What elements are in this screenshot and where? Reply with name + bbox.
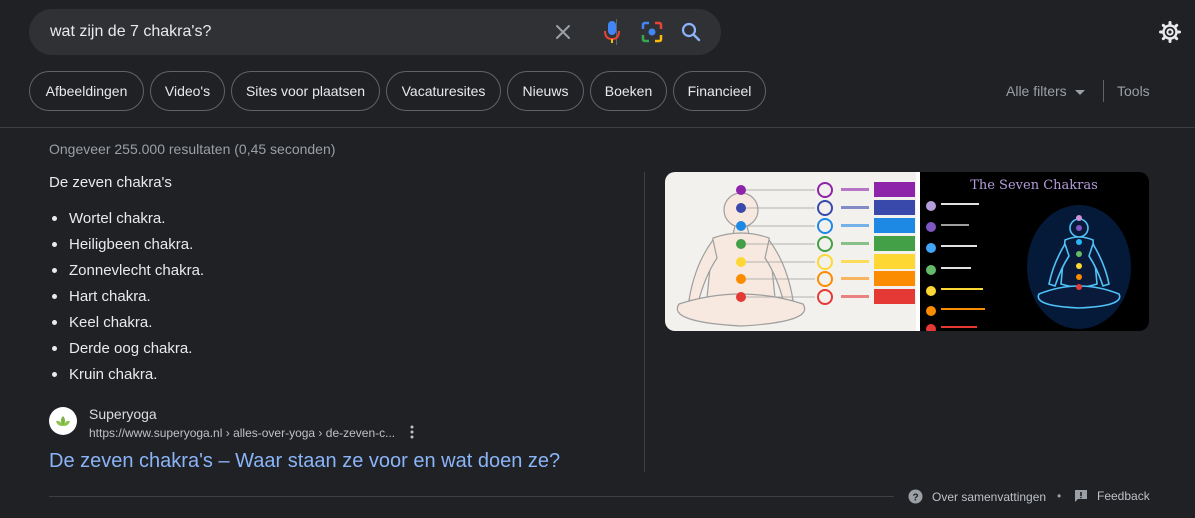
chip-boeken[interactable]: Boeken bbox=[590, 71, 667, 111]
bullet bbox=[52, 293, 57, 299]
microphone-icon[interactable] bbox=[600, 20, 624, 44]
footer-divider bbox=[49, 496, 894, 497]
caret-down-icon bbox=[1074, 83, 1085, 99]
snippet-title: De zeven chakra's bbox=[49, 174, 172, 191]
chip-sites-voor-plaatsen[interactable]: Sites voor plaatsen bbox=[231, 71, 380, 111]
feedback-icon bbox=[1074, 489, 1088, 503]
snippet-column-divider bbox=[644, 172, 645, 472]
bullet bbox=[52, 319, 57, 325]
chip-financieel[interactable]: Financieel bbox=[673, 71, 766, 111]
result-stats: Ongeveer 255.000 resultaten (0,45 second… bbox=[49, 141, 336, 157]
list-item-text: Hart chakra. bbox=[69, 287, 151, 305]
seven-chakras-illustration[interactable]: The Seven Chakras bbox=[920, 172, 1149, 331]
chip-nieuws[interactable]: Nieuws bbox=[507, 71, 584, 111]
filters-divider bbox=[1103, 80, 1104, 102]
source-url: https://www.superyoga.nl › alles-over-yo… bbox=[89, 426, 396, 440]
chakra-meditation-illustration[interactable] bbox=[665, 172, 916, 331]
help-icon: ? bbox=[908, 489, 923, 504]
list-item: Wortel chakra. bbox=[49, 205, 204, 231]
superyoga-favicon[interactable] bbox=[49, 407, 77, 435]
all-filters-button[interactable]: Alle filters bbox=[1006, 83, 1085, 99]
chip-videos[interactable]: Video's bbox=[150, 71, 225, 111]
list-item: Keel chakra. bbox=[49, 309, 204, 335]
feedback-link[interactable]: Feedback bbox=[1074, 489, 1150, 503]
list-item-text: Zonnevlecht chakra. bbox=[69, 261, 205, 279]
bullet bbox=[52, 371, 57, 377]
list-item: Heiligbeen chakra. bbox=[49, 231, 204, 257]
feedback-label: Feedback bbox=[1097, 489, 1150, 503]
header-divider bbox=[0, 127, 1195, 128]
result-title-link[interactable]: De zeven chakra's – Waar staan ze voor e… bbox=[49, 450, 560, 473]
search-input[interactable]: wat zijn de 7 chakra's? bbox=[50, 23, 211, 41]
clear-icon[interactable] bbox=[551, 20, 575, 44]
list-item-text: Kruin chakra. bbox=[69, 365, 158, 383]
bullet bbox=[52, 345, 57, 351]
snippet-images[interactable]: The Seven Chakras bbox=[665, 172, 1149, 331]
about-snippets-label: Over samenvattingen bbox=[932, 489, 1047, 504]
bullet bbox=[52, 267, 57, 273]
search-box[interactable]: wat zijn de 7 chakra's? bbox=[29, 9, 721, 55]
list-item-text: Heiligbeen chakra. bbox=[69, 235, 194, 253]
tools-button[interactable]: Tools bbox=[1117, 83, 1150, 99]
chip-vacaturesites[interactable]: Vacaturesites bbox=[386, 71, 501, 111]
about-snippets-link[interactable]: ? Over samenvattingen bbox=[908, 489, 1046, 504]
more-options-icon[interactable] bbox=[404, 424, 420, 440]
list-item-text: Wortel chakra. bbox=[69, 209, 166, 227]
list-item: Derde oog chakra. bbox=[49, 335, 204, 361]
lens-icon[interactable] bbox=[640, 20, 664, 44]
search-icon[interactable] bbox=[679, 20, 703, 44]
bullet bbox=[52, 241, 57, 247]
svg-text:?: ? bbox=[912, 493, 918, 504]
snippet-list: Wortel chakra. Heiligbeen chakra. Zonnev… bbox=[49, 205, 204, 387]
settings-gear-icon[interactable] bbox=[1158, 20, 1182, 44]
list-item: Zonnevlecht chakra. bbox=[49, 257, 204, 283]
list-item-text: Keel chakra. bbox=[69, 313, 153, 331]
list-item: Kruin chakra. bbox=[49, 361, 204, 387]
source-site-name: Superyoga bbox=[89, 406, 157, 422]
list-item-text: Derde oog chakra. bbox=[69, 339, 193, 357]
all-filters-label: Alle filters bbox=[1006, 83, 1067, 99]
footer-separator: • bbox=[1057, 489, 1062, 503]
list-item: Hart chakra. bbox=[49, 283, 204, 309]
seven-chakras-title: The Seven Chakras bbox=[970, 178, 1098, 193]
bullet bbox=[52, 215, 57, 221]
chip-afbeeldingen[interactable]: Afbeeldingen bbox=[29, 71, 144, 111]
